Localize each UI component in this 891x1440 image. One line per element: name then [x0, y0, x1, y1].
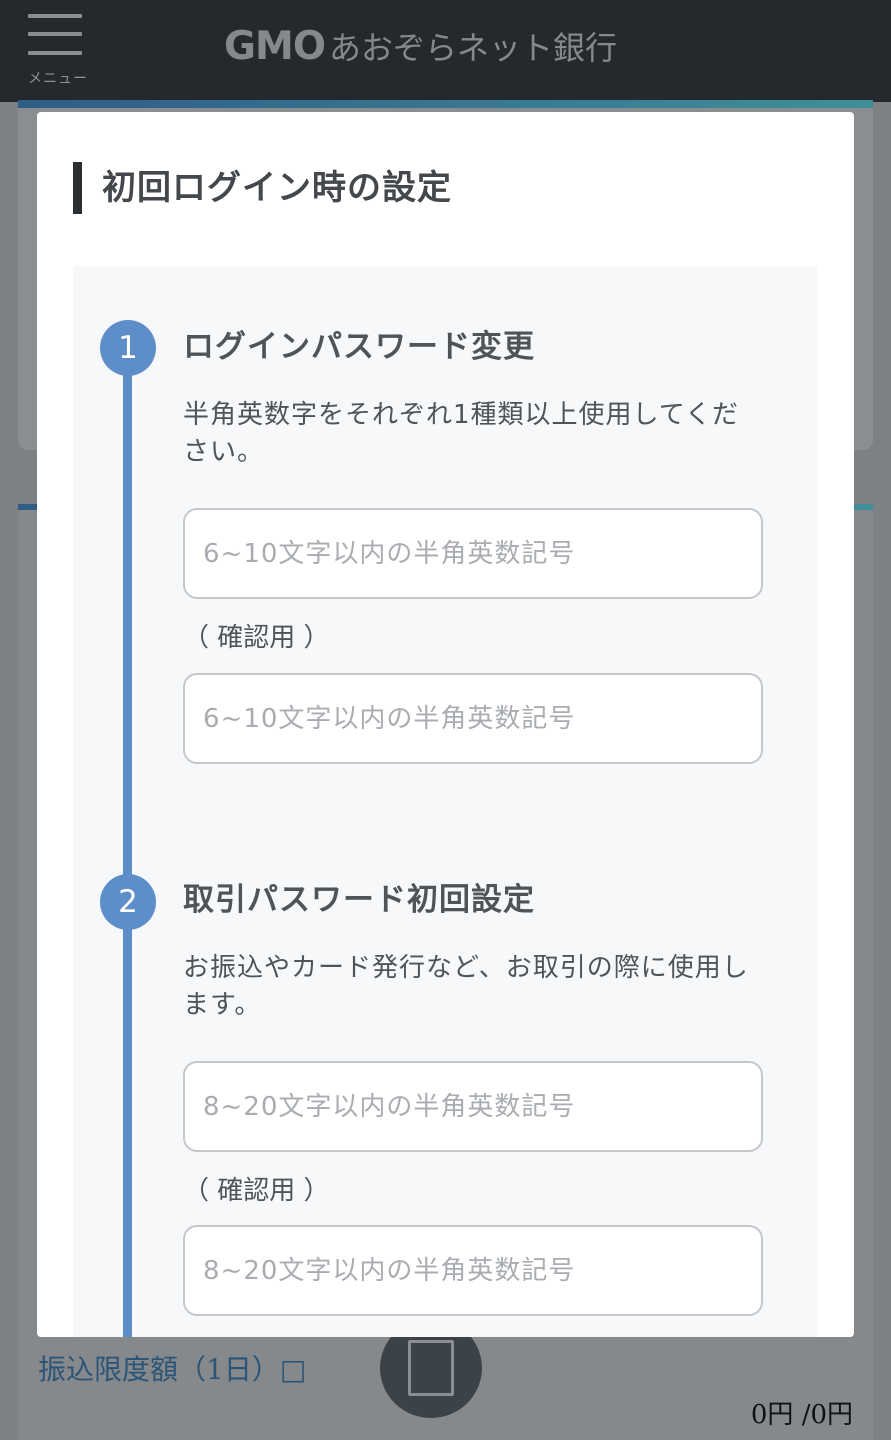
- hamburger-icon-line: [28, 51, 82, 55]
- background-accent-bar: [18, 100, 873, 108]
- login-password-confirm-input[interactable]: [183, 673, 763, 764]
- menu-button[interactable]: メニュー: [24, 12, 90, 92]
- document-icon: [408, 1340, 454, 1396]
- bank-logo: GMO あおぞらネット銀行: [224, 22, 617, 70]
- transfer-limit-amount: 0円 /0円: [750, 1400, 853, 1430]
- transfer-limit-label: 振込限度額（1日）□: [38, 1353, 307, 1386]
- hamburger-icon: [28, 14, 82, 18]
- logo-name: あおぞらネット銀行: [328, 29, 617, 67]
- step-timeline: [123, 348, 132, 1337]
- app-header: メニュー GMO あおぞらネット銀行: [0, 0, 891, 102]
- login-password-input[interactable]: [183, 508, 763, 599]
- menu-label: メニュー: [28, 71, 88, 87]
- transaction-password-confirm-label: （ 確認用 ）: [183, 1176, 330, 1206]
- logo-brand: GMO: [224, 23, 326, 69]
- step-1-description: 半角英数字をそれぞれ1種類以上使用してください。: [183, 400, 739, 467]
- step-1-badge: 1: [100, 320, 156, 376]
- step-2-description: お振込やカード発行など、お取引の際に使用します。: [183, 953, 749, 1020]
- step-2-badge: 2: [100, 874, 156, 930]
- initial-setup-modal: 初回ログイン時の設定 1 ログインパスワード変更 半角英数字をそれぞれ1種類以上…: [37, 112, 854, 1337]
- transaction-password-confirm-input[interactable]: [183, 1225, 763, 1316]
- step-1-title: ログインパスワード変更: [183, 329, 535, 365]
- login-password-confirm-label: （ 確認用 ）: [183, 623, 330, 653]
- transaction-password-input[interactable]: [183, 1061, 763, 1152]
- step-2-title: 取引パスワード初回設定: [183, 882, 535, 918]
- modal-title: 初回ログイン時の設定: [73, 162, 452, 214]
- hamburger-icon-line: [28, 32, 82, 36]
